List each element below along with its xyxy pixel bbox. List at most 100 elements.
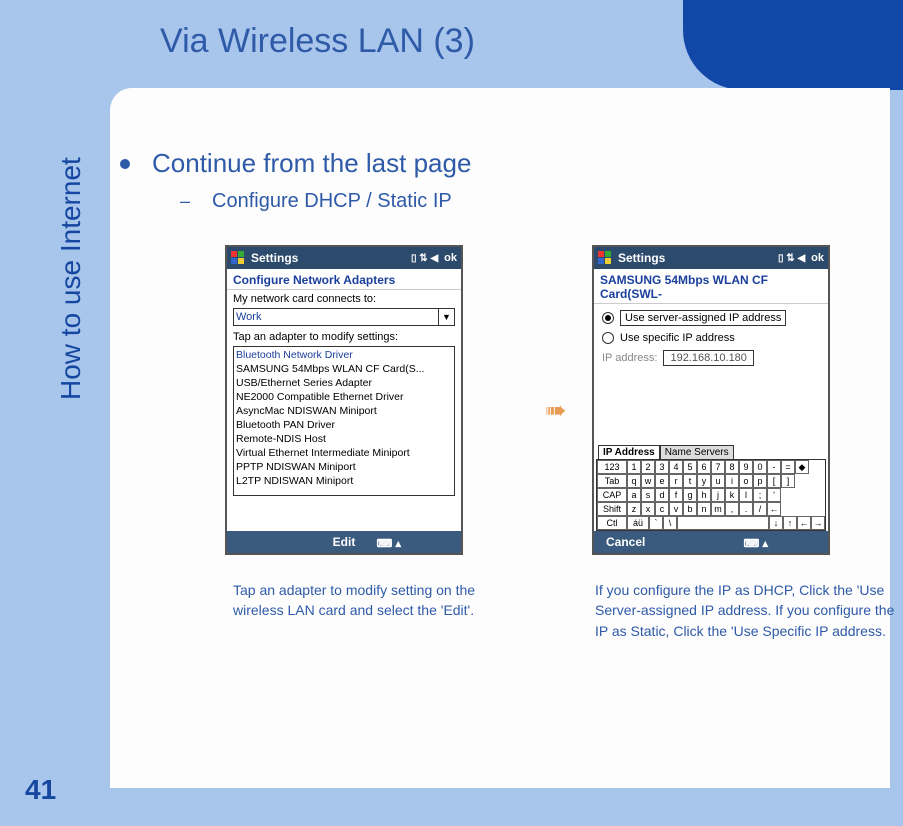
keyboard-key[interactable]: ] [781, 474, 795, 488]
keyboard-key[interactable]: Shift [597, 502, 627, 516]
keyboard-key[interactable]: ; [753, 488, 767, 502]
keyboard-key[interactable]: y [697, 474, 711, 488]
keyboard-key[interactable]: Ctl [597, 516, 627, 530]
keyboard-key[interactable]: w [641, 474, 655, 488]
caption-right: If you configure the IP as DHCP, Click t… [595, 580, 895, 641]
keyboard-key[interactable]: q [627, 474, 641, 488]
keyboard-key[interactable]: ↓ [769, 516, 783, 530]
keyboard-key[interactable]: ` [649, 516, 663, 530]
keyboard-key[interactable]: → [811, 516, 825, 530]
list-item[interactable]: L2TP NDISWAN Miniport [236, 474, 452, 488]
tap-adapter-label: Tap an adapter to modify settings: [227, 328, 461, 344]
keyboard-key[interactable]: Tab [597, 474, 627, 488]
list-item[interactable]: AsyncMac NDISWAN Miniport [236, 404, 452, 418]
bullet-dot-icon [120, 159, 130, 169]
list-item[interactable]: Bluetooth PAN Driver [236, 418, 452, 432]
chevron-down-icon[interactable]: ▼ [438, 309, 454, 325]
keyboard-key[interactable]: k [725, 488, 739, 502]
keyboard-key[interactable]: o [739, 474, 753, 488]
keyboard-key[interactable]: n [697, 502, 711, 516]
list-item[interactable]: PPTP NDISWAN Miniport [236, 460, 452, 474]
keyboard-key[interactable]: i [725, 474, 739, 488]
keyboard-key[interactable]: ' [767, 488, 781, 502]
edit-button[interactable]: Edit [333, 535, 356, 549]
keyboard-key[interactable]: 3 [655, 460, 669, 474]
keyboard-key[interactable]: h [697, 488, 711, 502]
keyboard-key[interactable]: 6 [697, 460, 711, 474]
network-dropdown[interactable]: Work ▼ [233, 308, 455, 326]
keyboard-key[interactable]: z [627, 502, 641, 516]
radio-specific-ip[interactable]: Use specific IP address [602, 332, 820, 344]
keyboard-key[interactable] [677, 516, 769, 530]
list-item[interactable]: NE2000 Compatible Ethernet Driver [236, 390, 452, 404]
on-screen-keyboard[interactable]: 1231234567890-=◆ Tabqwertyuiop[] CAPasdf… [596, 459, 826, 531]
radio-icon[interactable] [602, 312, 614, 324]
caption-left: Tap an adapter to modify setting on the … [233, 580, 503, 621]
cancel-button[interactable]: Cancel [606, 535, 645, 549]
tab-ip-address[interactable]: IP Address [598, 445, 660, 459]
keyboard-key[interactable]: m [711, 502, 725, 516]
keyboard-key[interactable]: p [753, 474, 767, 488]
keyboard-key[interactable]: v [669, 502, 683, 516]
keyboard-key[interactable]: CAP [597, 488, 627, 502]
window-title: Settings [618, 251, 665, 265]
list-item[interactable]: Virtual Ethernet Intermediate Miniport [236, 446, 452, 460]
keyboard-key[interactable]: ← [797, 516, 811, 530]
keyboard-key[interactable]: / [753, 502, 767, 516]
tab-name-servers[interactable]: Name Servers [660, 445, 734, 459]
ok-button[interactable]: ok [444, 252, 457, 264]
keyboard-key[interactable]: b [683, 502, 697, 516]
keyboard-key[interactable]: , [725, 502, 739, 516]
keyboard-key[interactable]: ↑ [783, 516, 797, 530]
keyboard-key[interactable]: 123 [597, 460, 627, 474]
keyboard-key[interactable]: áü [627, 516, 649, 530]
list-item[interactable]: Remote-NDIS Host [236, 432, 452, 446]
keyboard-key[interactable]: r [669, 474, 683, 488]
status-icons: ▯ ⇅ ◀ [778, 253, 805, 264]
keyboard-key[interactable]: 5 [683, 460, 697, 474]
keyboard-key[interactable]: . [739, 502, 753, 516]
keyboard-key[interactable]: 7 [711, 460, 725, 474]
tab-bar: IP Address Name Servers [598, 445, 734, 459]
keyboard-key[interactable]: 1 [627, 460, 641, 474]
keyboard-key[interactable]: a [627, 488, 641, 502]
keyboard-key[interactable]: [ [767, 474, 781, 488]
window-title-bar: Settings ▯ ⇅ ◀ ok [227, 247, 461, 269]
keyboard-key[interactable]: f [669, 488, 683, 502]
keyboard-key[interactable]: 4 [669, 460, 683, 474]
keyboard-key[interactable]: g [683, 488, 697, 502]
keyboard-key[interactable]: 8 [725, 460, 739, 474]
connects-to-label: My network card connects to: [227, 290, 461, 306]
keyboard-key[interactable]: ◆ [795, 460, 809, 474]
keyboard-key[interactable]: - [767, 460, 781, 474]
keyboard-key[interactable]: l [739, 488, 753, 502]
list-item[interactable]: Bluetooth Network Driver [236, 348, 452, 362]
keyboard-key[interactable]: c [655, 502, 669, 516]
windows-flag-icon [231, 251, 245, 265]
radio-server-assigned[interactable]: Use server-assigned IP address [602, 310, 820, 326]
keyboard-key[interactable]: 2 [641, 460, 655, 474]
keyboard-key[interactable]: \ [663, 516, 677, 530]
keyboard-key[interactable]: x [641, 502, 655, 516]
keyboard-key[interactable]: e [655, 474, 669, 488]
keyboard-key[interactable]: d [655, 488, 669, 502]
keyboard-key[interactable]: s [641, 488, 655, 502]
keyboard-key[interactable]: 9 [739, 460, 753, 474]
keyboard-key[interactable]: u [711, 474, 725, 488]
keyboard-key[interactable]: ← [767, 502, 781, 516]
ok-button[interactable]: ok [811, 252, 824, 264]
keyboard-key[interactable]: = [781, 460, 795, 474]
adapter-list[interactable]: Bluetooth Network Driver SAMSUNG 54Mbps … [233, 346, 455, 496]
list-item[interactable]: USB/Ethernet Series Adapter [236, 376, 452, 390]
ip-address-field[interactable]: 192.168.10.180 [663, 350, 753, 366]
radio-label: Use specific IP address [620, 332, 735, 344]
keyboard-key[interactable]: t [683, 474, 697, 488]
keyboard-key[interactable]: 0 [753, 460, 767, 474]
radio-icon[interactable] [602, 332, 614, 344]
keyboard-icon[interactable]: ⌨ ▴ [377, 537, 401, 550]
screenshot-right: Settings ▯ ⇅ ◀ ok SAMSUNG 54Mbps WLAN CF… [592, 245, 830, 555]
keyboard-icon[interactable]: ⌨ ▴ [744, 537, 768, 550]
screenshot-left: Settings ▯ ⇅ ◀ ok Configure Network Adap… [225, 245, 463, 555]
list-item[interactable]: SAMSUNG 54Mbps WLAN CF Card(S... [236, 362, 452, 376]
keyboard-key[interactable]: j [711, 488, 725, 502]
